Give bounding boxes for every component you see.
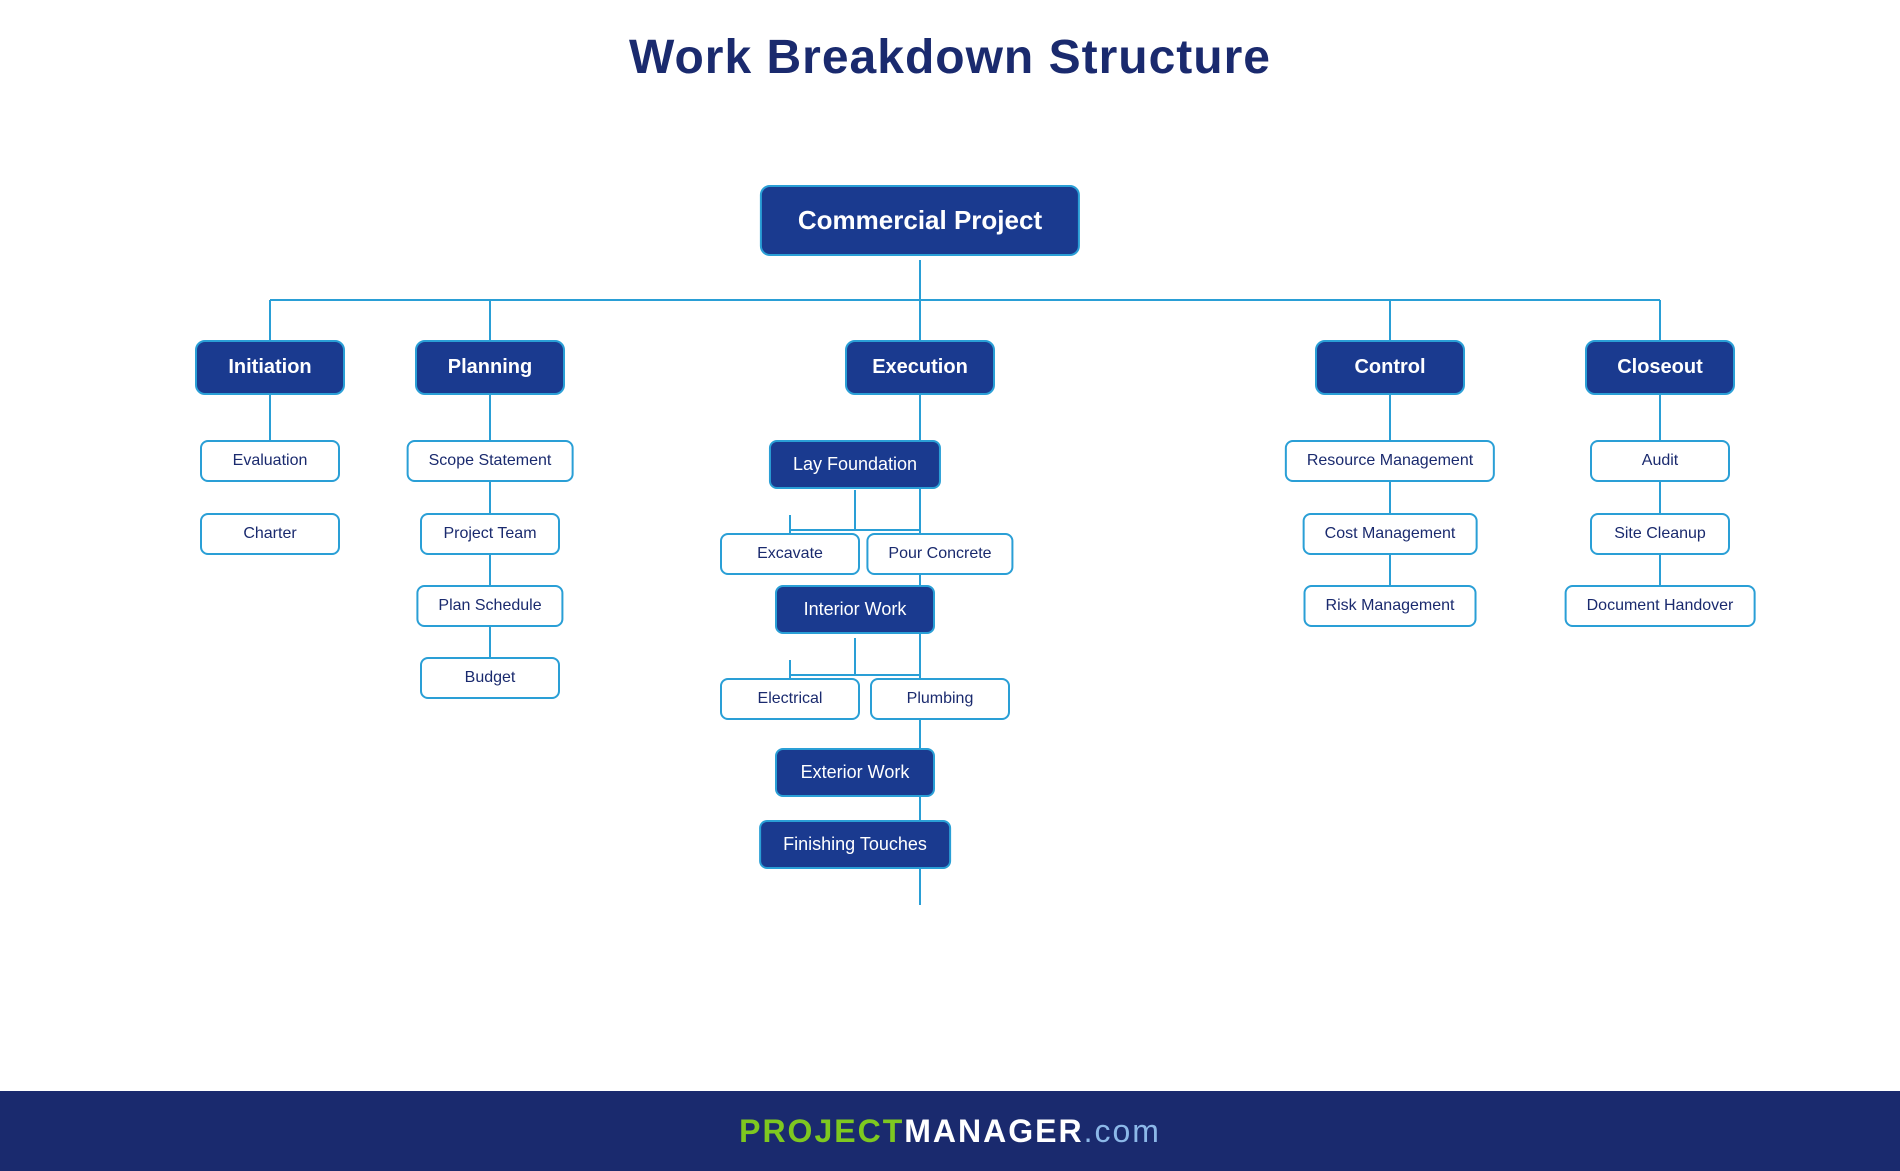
- connector-lines: [40, 125, 1860, 1025]
- execution-label: Execution: [845, 340, 995, 395]
- planning-label: Planning: [415, 340, 565, 395]
- exterior-work-label: Exterior Work: [775, 748, 935, 797]
- control-label: Control: [1315, 340, 1465, 395]
- resource-management-label: Resource Management: [1285, 440, 1495, 482]
- main-content: Work Breakdown Structure: [0, 0, 1900, 1091]
- site-cleanup-label: Site Cleanup: [1590, 513, 1730, 555]
- node-excavate: Excavate: [720, 533, 860, 575]
- initiation-label: Initiation: [195, 340, 345, 395]
- node-charter: Charter: [200, 513, 340, 555]
- node-pour-concrete: Pour Concrete: [866, 533, 1013, 575]
- root-node: Commercial Project: [760, 185, 1080, 256]
- node-closeout: Closeout: [1585, 340, 1735, 395]
- node-control: Control: [1315, 340, 1465, 395]
- node-audit: Audit: [1590, 440, 1730, 482]
- footer-manager: MANAGER: [904, 1113, 1083, 1149]
- node-interior-work: Interior Work: [775, 585, 935, 634]
- node-execution: Execution: [845, 340, 995, 395]
- node-evaluation: Evaluation: [200, 440, 340, 482]
- footer: PROJECTMANAGER.com: [0, 1091, 1900, 1171]
- node-lay-foundation: Lay Foundation: [769, 440, 941, 489]
- node-planning: Planning: [415, 340, 565, 395]
- pour-concrete-label: Pour Concrete: [866, 533, 1013, 575]
- interior-work-label: Interior Work: [775, 585, 935, 634]
- node-plumbing: Plumbing: [870, 678, 1010, 720]
- node-initiation: Initiation: [195, 340, 345, 395]
- closeout-label: Closeout: [1585, 340, 1735, 395]
- plan-schedule-label: Plan Schedule: [416, 585, 563, 627]
- node-electrical: Electrical: [720, 678, 860, 720]
- node-scope-statement: Scope Statement: [407, 440, 574, 482]
- evaluation-label: Evaluation: [200, 440, 340, 482]
- charter-label: Charter: [200, 513, 340, 555]
- plumbing-label: Plumbing: [870, 678, 1010, 720]
- excavate-label: Excavate: [720, 533, 860, 575]
- node-risk-management: Risk Management: [1304, 585, 1477, 627]
- budget-label: Budget: [420, 657, 560, 699]
- wbs-container: Commercial Project Initiation Evaluation…: [40, 125, 1860, 1025]
- scope-statement-label: Scope Statement: [407, 440, 574, 482]
- lay-foundation-label: Lay Foundation: [769, 440, 941, 489]
- cost-management-label: Cost Management: [1303, 513, 1478, 555]
- node-budget: Budget: [420, 657, 560, 699]
- node-exterior-work: Exterior Work: [775, 748, 935, 797]
- node-finishing-touches: Finishing Touches: [759, 820, 951, 869]
- footer-dotcom: .com: [1084, 1113, 1161, 1149]
- node-document-handover: Document Handover: [1565, 585, 1756, 627]
- document-handover-label: Document Handover: [1565, 585, 1756, 627]
- electrical-label: Electrical: [720, 678, 860, 720]
- node-project-team: Project Team: [420, 513, 560, 555]
- project-team-label: Project Team: [420, 513, 560, 555]
- risk-management-label: Risk Management: [1304, 585, 1477, 627]
- node-site-cleanup: Site Cleanup: [1590, 513, 1730, 555]
- node-plan-schedule: Plan Schedule: [416, 585, 563, 627]
- audit-label: Audit: [1590, 440, 1730, 482]
- root-label: Commercial Project: [760, 185, 1080, 256]
- footer-brand: PROJECTMANAGER.com: [739, 1113, 1161, 1150]
- node-resource-management: Resource Management: [1285, 440, 1495, 482]
- node-cost-management: Cost Management: [1303, 513, 1478, 555]
- footer-project: PROJECT: [739, 1113, 904, 1149]
- finishing-touches-label: Finishing Touches: [759, 820, 951, 869]
- page-title: Work Breakdown Structure: [40, 30, 1860, 85]
